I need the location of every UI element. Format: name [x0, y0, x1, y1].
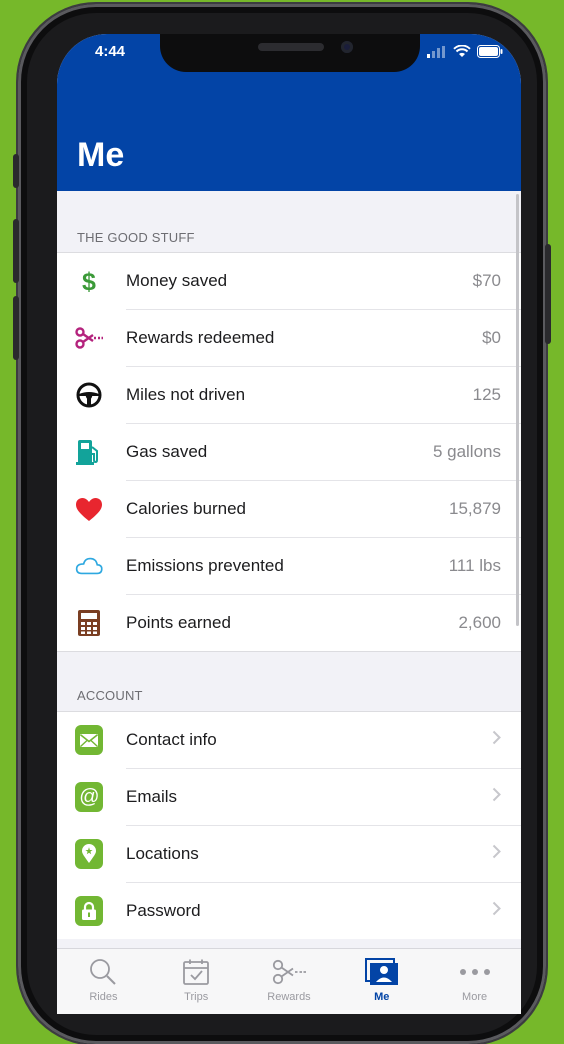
scissors-coupon-icon — [75, 324, 103, 352]
list-item-label: Gas saved — [126, 442, 208, 461]
section-header-account: ACCOUNT — [77, 688, 143, 703]
chevron-right-icon — [492, 844, 501, 864]
profile-card-icon — [364, 957, 399, 987]
battery-icon — [477, 45, 503, 58]
power-button — [545, 244, 551, 344]
signal-icon — [427, 45, 445, 58]
tab-label: Rides — [89, 991, 118, 1003]
tab-bar: Rides Trips Rewards Me More — [57, 948, 521, 1014]
app-screen: 4:44 Me THE GOOD STUFF $ Money saved $70… — [57, 34, 521, 1014]
lock-icon — [75, 896, 103, 926]
account-list: Contact info @ Emails Locations Password — [57, 711, 521, 939]
section-header-good-stuff: THE GOOD STUFF — [77, 230, 195, 245]
dollar-icon: $ — [75, 267, 103, 295]
at-sign-icon: @ — [75, 782, 103, 812]
tab-rewards[interactable]: Rewards — [243, 949, 336, 1014]
svg-text:@: @ — [79, 786, 99, 808]
list-item-emissions-prevented[interactable]: Emissions prevented 111 lbs — [75, 538, 521, 595]
speaker-grille — [258, 43, 324, 51]
volume-up-button — [13, 219, 19, 283]
steering-wheel-icon — [75, 381, 103, 409]
list-item-label: Password — [126, 901, 201, 920]
list-item-gas-saved[interactable]: Gas saved 5 gallons — [76, 424, 521, 481]
gas-pump-icon — [75, 438, 103, 466]
tab-label: More — [462, 991, 488, 1003]
tab-trips[interactable]: Trips — [150, 949, 243, 1014]
list-item-money-saved[interactable]: $ Money saved $70 — [82, 253, 521, 310]
list-item-label: Locations — [126, 844, 199, 863]
tab-more[interactable]: More — [428, 949, 521, 1014]
list-item-label: Emissions prevented — [126, 556, 284, 575]
list-item-label: Contact info — [126, 730, 217, 749]
search-icon — [89, 957, 117, 987]
list-item-label: Calories burned — [126, 499, 247, 518]
envelope-icon — [75, 725, 103, 755]
scissors-coupon-icon — [272, 957, 306, 987]
notch — [160, 34, 420, 72]
list-item-value: 15,879 — [449, 499, 501, 518]
page-title: Me — [77, 136, 125, 174]
list-item-value: 5 gallons — [432, 442, 501, 461]
scrollbar[interactable] — [516, 194, 519, 626]
list-item-miles-not-driven[interactable]: Miles not driven 125 — [76, 367, 521, 424]
list-item-contact-info[interactable]: Contact info — [75, 712, 521, 769]
list-item-label: Money saved — [126, 271, 228, 290]
good-stuff-list: $ Money saved $70 Rewards redeemed $0 Mi… — [57, 252, 521, 652]
front-camera — [341, 41, 353, 53]
list-item-value: 125 — [472, 385, 501, 404]
status-icons — [427, 45, 503, 58]
list-item-value: 2,600 — [458, 613, 501, 632]
tab-label: Trips — [184, 991, 209, 1003]
calculator-icon — [75, 609, 103, 637]
svg-text:$: $ — [82, 268, 96, 294]
more-dots-icon — [458, 957, 492, 987]
volume-down-button — [13, 296, 19, 360]
list-item-label: Points earned — [126, 613, 231, 632]
calendar-check-icon — [182, 957, 210, 987]
list-item-locations[interactable]: Locations — [75, 826, 521, 883]
wifi-icon — [453, 45, 471, 57]
cloud-icon — [75, 552, 103, 580]
tab-label: Me — [374, 991, 390, 1003]
mute-switch — [13, 154, 19, 188]
list-item-label: Rewards redeemed — [126, 328, 275, 347]
list-item-value: 111 lbs — [448, 556, 501, 575]
list-item-label: Miles not driven — [126, 385, 246, 404]
tab-me[interactable]: Me — [335, 949, 428, 1014]
chevron-right-icon — [492, 730, 501, 750]
list-item-points-earned[interactable]: Points earned 2,600 — [78, 595, 521, 651]
location-pin-icon — [75, 839, 103, 869]
list-item-value: $0 — [482, 328, 501, 347]
list-item-value: $70 — [472, 271, 501, 290]
list-item-calories-burned[interactable]: Calories burned 15,879 — [76, 481, 521, 538]
status-time: 4:44 — [95, 43, 126, 60]
list-item-emails[interactable]: @ Emails — [75, 769, 521, 826]
chevron-right-icon — [492, 901, 501, 921]
tab-label: Rewards — [267, 991, 311, 1003]
list-item-password[interactable]: Password — [75, 883, 521, 939]
tab-rides[interactable]: Rides — [57, 949, 150, 1014]
list-item-rewards-redeemed[interactable]: Rewards redeemed $0 — [75, 310, 521, 367]
chevron-right-icon — [492, 787, 501, 807]
list-item-label: Emails — [126, 787, 178, 806]
heart-icon — [75, 495, 103, 523]
